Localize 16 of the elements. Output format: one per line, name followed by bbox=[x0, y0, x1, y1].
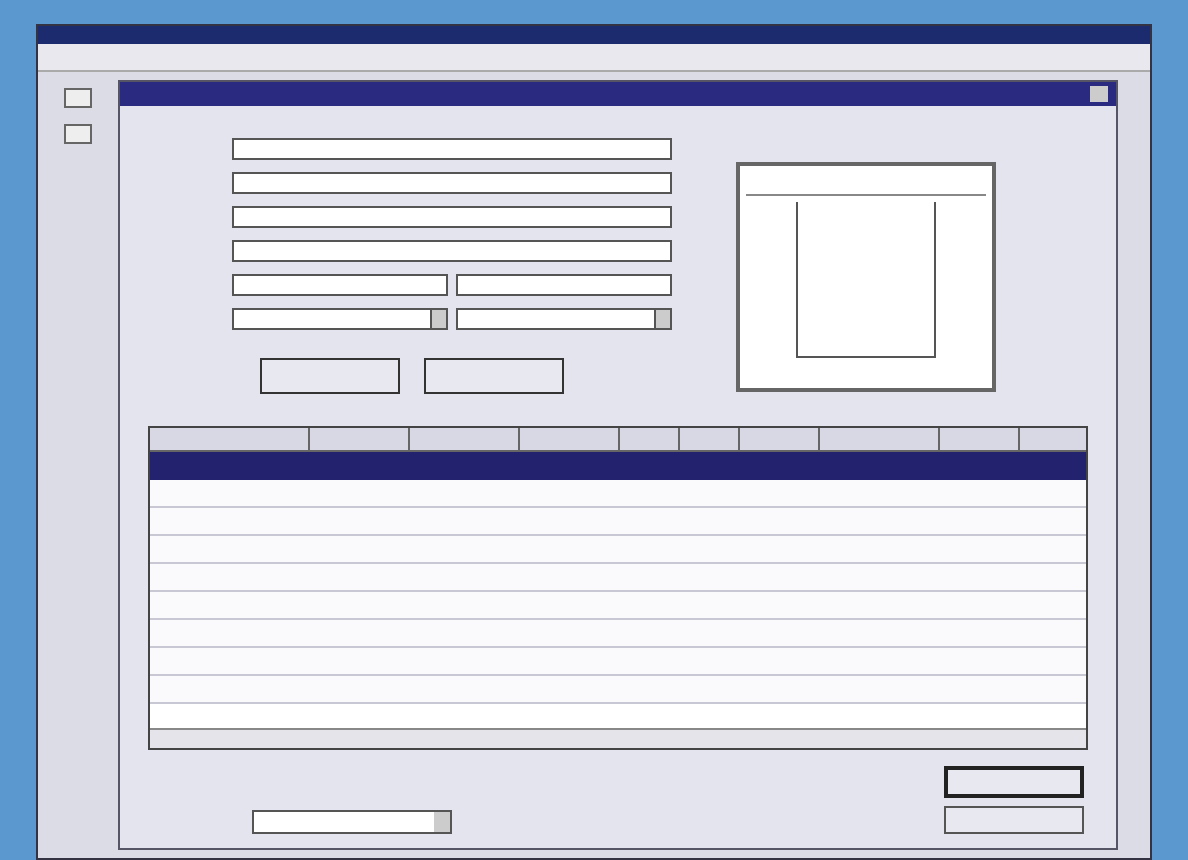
input-field[interactable] bbox=[232, 274, 448, 296]
input-field[interactable] bbox=[232, 206, 672, 228]
ok-button[interactable] bbox=[944, 766, 1084, 798]
dropdown-field[interactable] bbox=[252, 810, 452, 834]
cancel-button[interactable] bbox=[944, 806, 1084, 834]
search-button[interactable] bbox=[260, 358, 400, 394]
input-field[interactable] bbox=[232, 138, 672, 160]
input-field[interactable] bbox=[232, 172, 672, 194]
toolbar-icon[interactable] bbox=[64, 124, 92, 144]
input-field[interactable] bbox=[232, 240, 672, 262]
date-field[interactable] bbox=[456, 308, 672, 330]
horizontal-scrollbar[interactable] bbox=[150, 728, 1086, 748]
input-field[interactable] bbox=[456, 274, 672, 296]
toolbar-icon[interactable] bbox=[64, 88, 92, 108]
date-field[interactable] bbox=[232, 308, 448, 330]
clear-button[interactable] bbox=[424, 358, 564, 394]
